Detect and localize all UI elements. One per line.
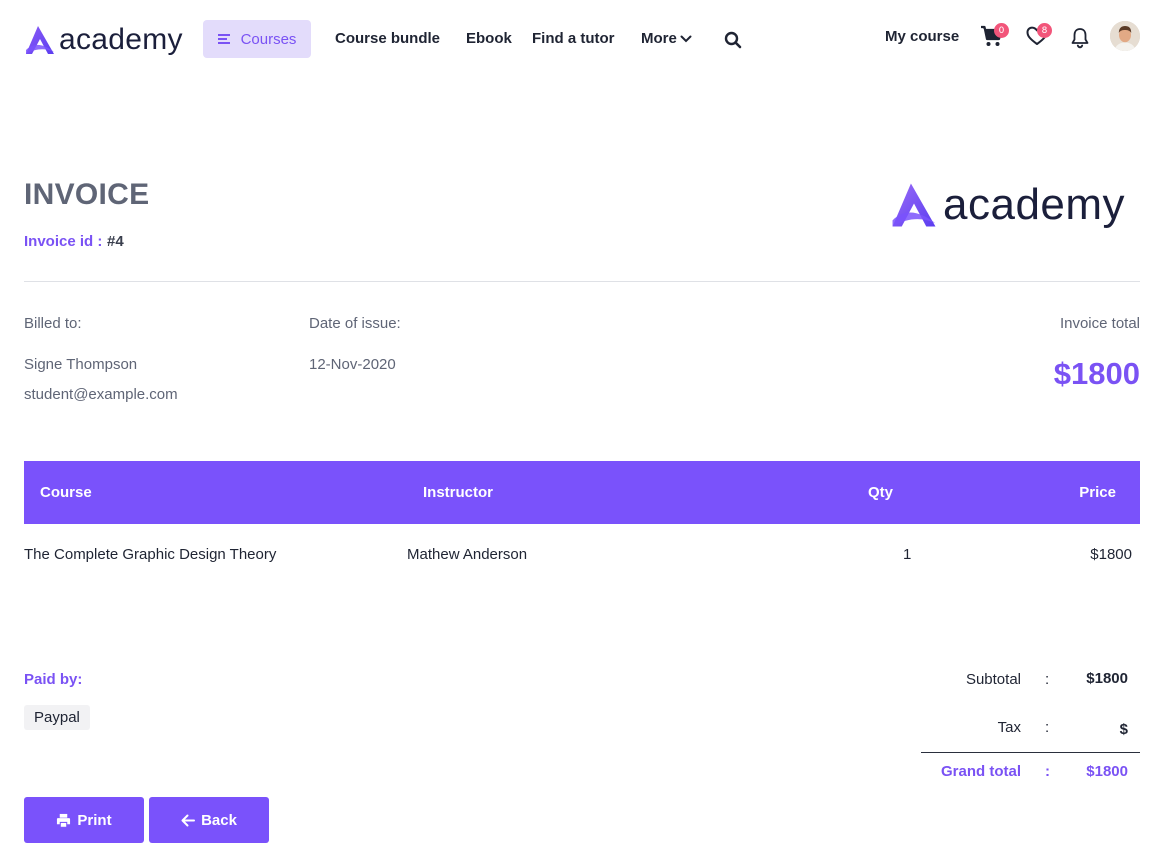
invoice-title: INVOICE [24,178,150,211]
cart-count-badge: 0 [994,23,1009,38]
user-avatar-image [1110,21,1140,51]
tax-separator: : [1045,719,1050,736]
nav-ebook[interactable]: Ebook [466,30,512,47]
print-button-label: Print [77,811,112,829]
invoice-id-label: Invoice id : [24,233,103,250]
grand-total-label: Grand total [940,763,1021,780]
billed-to-label: Billed to: [24,315,82,332]
academy-logo-icon [892,183,936,227]
print-button[interactable]: Print [24,797,144,843]
nav-find-tutor[interactable]: Find a tutor [532,30,615,47]
billed-to-email: student@example.com [24,386,178,403]
invoice-id-value: #4 [107,233,124,250]
row-price: $1800 [1090,546,1132,563]
menu-icon [217,33,232,45]
arrow-left-icon [181,814,196,826]
academy-logo-icon [26,26,54,54]
cart-button[interactable]: 0 [980,23,1009,50]
wishlist-count-badge: 8 [1037,23,1052,38]
my-course-link[interactable]: My course [885,28,959,45]
nav-courses-button[interactable]: Courses [203,20,311,58]
date-of-issue-value: 12-Nov-2020 [309,356,396,373]
avatar[interactable] [1110,21,1140,51]
column-header-course: Course [40,484,92,501]
paid-by-label: Paid by: [24,671,83,688]
subtotal-separator: : [1045,671,1050,688]
logo-text: academy [59,23,183,56]
nav-more-label: More [641,30,677,47]
academy-logo[interactable]: academy [24,22,183,58]
nav-more-dropdown[interactable]: More [641,30,692,47]
invoice-academy-logo: academy [889,182,1125,228]
chevron-down-icon [680,35,692,42]
tax-label: Tax [997,719,1021,736]
date-of-issue-label: Date of issue: [309,315,401,332]
row-qty: 1 [903,546,912,563]
bell-icon [1071,28,1089,49]
invoice-total-label: Invoice total [1059,315,1140,332]
nav-courses-label: Courses [240,30,297,48]
section-divider [24,281,1140,282]
row-instructor: Mathew Anderson [407,546,528,563]
summary-divider [921,752,1140,753]
grand-total-value: $1800 [1086,763,1128,780]
tax-value: $ [1119,721,1128,738]
search-icon[interactable] [724,31,742,49]
invoice-total-value: $1800 [1053,356,1140,391]
back-button[interactable]: Back [149,797,269,843]
nav-course-bundle[interactable]: Course bundle [335,30,440,47]
invoice-table-header: Course Instructor Qty Price [24,461,1140,524]
printer-icon [57,813,71,827]
column-header-price: Price [1079,484,1116,501]
wishlist-button[interactable]: 8 [1026,23,1052,50]
column-header-instructor: Instructor [423,484,494,501]
billed-to-name: Signe Thompson [24,356,138,373]
grand-total-separator: : [1045,763,1050,780]
row-course: The Complete Graphic Design Theory [24,546,277,563]
top-navbar: academy Courses Course bundle Ebook Find… [0,0,1169,78]
payment-method-badge: Paypal [24,705,90,730]
back-button-label: Back [201,811,237,829]
subtotal-value: $1800 [1086,670,1128,687]
notifications-button[interactable] [1070,27,1090,49]
invoice-logo-text: academy [943,180,1126,229]
subtotal-label: Subtotal [965,671,1021,688]
column-header-qty: Qty [868,484,894,501]
